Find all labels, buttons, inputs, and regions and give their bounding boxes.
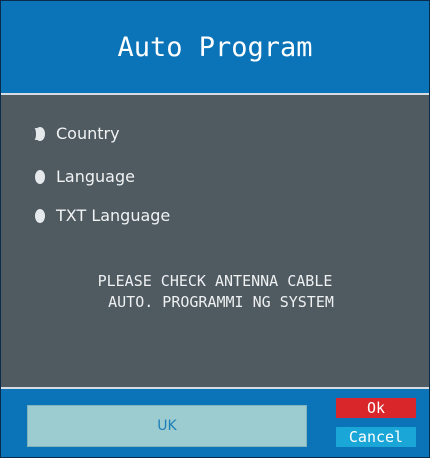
selected-bullet-icon — [32, 127, 45, 141]
dialog-footer: UK Ok Cancel — [1, 387, 429, 457]
ok-button[interactable]: Ok — [336, 398, 416, 418]
title-bar: Auto Program — [1, 1, 429, 95]
cancel-button[interactable]: Cancel — [336, 427, 416, 447]
message-line-1: PLEASE CHECK ANTENNA CABLE — [97, 272, 333, 290]
bullet-icon — [35, 209, 45, 223]
auto-program-dialog: Auto Program Country Language TXT Langua… — [0, 0, 430, 458]
menu-item-country[interactable]: Country — [32, 123, 333, 147]
bullet-icon — [35, 170, 45, 184]
message-line-2: AUTO. PROGRAMMI NG SYSTEM — [108, 293, 334, 311]
menu-item-label: Language — [56, 167, 135, 186]
menu-item-txt-language[interactable]: TXT Language — [33, 205, 333, 229]
menu-item-label: Country — [56, 124, 120, 143]
dialog-body: Country Language TXT Language PLEASE CHE… — [1, 95, 429, 387]
menu-item-language[interactable]: Language — [33, 166, 333, 190]
country-value-field[interactable]: UK — [27, 405, 307, 447]
dialog-title: Auto Program — [117, 32, 313, 63]
menu-item-label: TXT Language — [56, 206, 171, 225]
